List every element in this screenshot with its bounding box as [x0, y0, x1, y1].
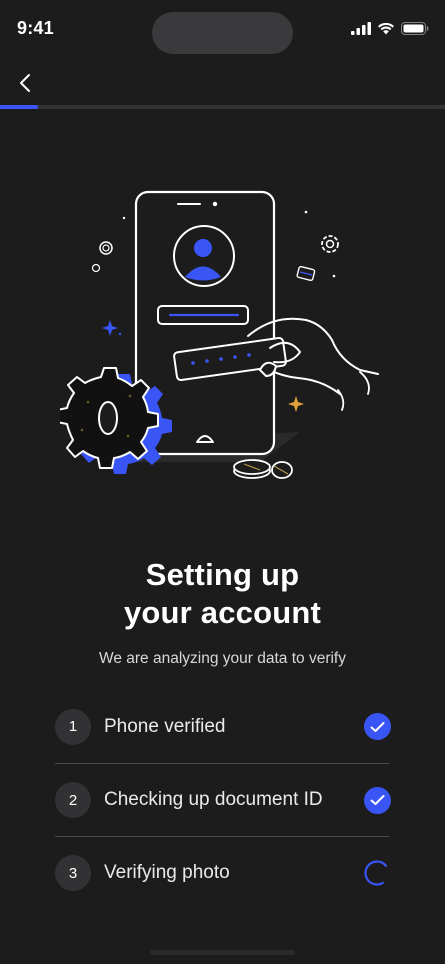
check-icon [363, 713, 391, 740]
spinner-icon [364, 860, 390, 886]
phone-verification-illustration [60, 190, 379, 479]
page-subtitle: We are analyzing your data to verify [99, 650, 346, 667]
title-line-1: Setting up [145, 557, 300, 592]
page-title: Setting up your account [0, 556, 445, 632]
step-number: 2 [55, 782, 91, 818]
step-number: 3 [55, 855, 91, 891]
wifi-icon [378, 22, 394, 34]
status-time: 9:41 [17, 18, 54, 38]
step-number: 1 [55, 708, 91, 745]
battery-icon [401, 21, 429, 35]
home-indicator [150, 950, 295, 955]
step-label: Verifying photo [104, 862, 230, 883]
title-line-2: your account [123, 595, 322, 630]
verification-screen: 9:41 Setting up your account We are anal… [0, 0, 445, 964]
step-label: Phone verified [104, 715, 226, 737]
status-bar: 9:41 [0, 0, 445, 60]
signal-icon [351, 21, 371, 35]
progress-bar [0, 105, 445, 109]
step-document-id: 2 Checking up document ID [55, 763, 391, 836]
step-phone-verified: 1 Phone verified [55, 690, 391, 763]
dynamic-island [152, 12, 293, 54]
verification-steps: 1 Phone verified 2 Checking up document … [55, 690, 391, 909]
status-icons [351, 20, 429, 36]
chevron-left-icon [20, 74, 30, 92]
step-status [363, 786, 391, 814]
step-label: Checking up document ID [104, 789, 323, 810]
back-button[interactable] [10, 68, 40, 98]
step-status [363, 713, 391, 741]
step-status [363, 859, 391, 887]
check-icon [363, 786, 391, 814]
step-verifying-photo: 3 Verifying photo [55, 836, 391, 909]
progress-bar-fill [0, 105, 38, 109]
